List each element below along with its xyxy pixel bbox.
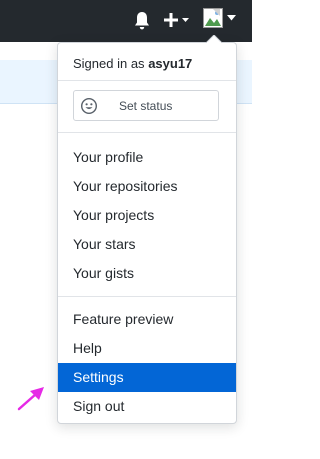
avatar-image: [203, 8, 223, 28]
menu-item-your-projects[interactable]: Your projects: [58, 201, 236, 230]
menu-item-your-gists[interactable]: Your gists: [58, 259, 236, 288]
menu-item-your-stars[interactable]: Your stars: [58, 230, 236, 259]
annotation-arrow-icon: [17, 387, 44, 411]
bell-icon[interactable]: [134, 11, 150, 31]
chevron-down-icon: [227, 15, 236, 21]
menu-item-sign-out[interactable]: Sign out: [58, 392, 236, 421]
plus-icon[interactable]: [163, 9, 193, 31]
avatar-menu-button[interactable]: [203, 8, 239, 30]
menu-item-help[interactable]: Help: [58, 334, 236, 363]
dropdown-caret: [206, 35, 222, 43]
divider: [58, 80, 236, 81]
user-dropdown-menu: Signed in as asyu17 Set status Your prof…: [57, 35, 237, 424]
smiley-icon: [81, 98, 97, 114]
menu-item-settings[interactable]: Settings: [58, 363, 236, 392]
menu-item-your-profile[interactable]: Your profile: [58, 143, 236, 172]
signed-in-prefix: Signed in as: [73, 56, 145, 71]
username: asyu17: [148, 56, 193, 71]
menu-item-your-repositories[interactable]: Your repositories: [58, 172, 236, 201]
menu-item-feature-preview[interactable]: Feature preview: [58, 305, 236, 334]
set-status-button[interactable]: Set status: [73, 90, 219, 121]
set-status-label: Set status: [119, 99, 173, 113]
divider: [58, 132, 236, 133]
divider: [58, 296, 236, 297]
signed-in-text: Signed in as asyu17: [73, 56, 192, 72]
